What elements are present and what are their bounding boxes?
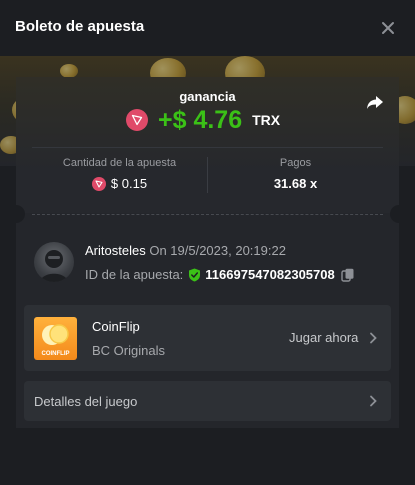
payout-stat: Pagos 31.68 x [208,157,383,191]
username-line: Aritosteles On 19/5/2023, 20:19:22 [85,243,286,258]
ticket-notch-left [7,205,25,223]
close-icon[interactable] [378,18,398,38]
shield-check-icon [189,268,201,281]
game-thumbnail-label: COINFLIP [41,351,70,357]
payout-label: Pagos [279,157,312,169]
bet-amount-value: $ 0.15 [110,176,148,191]
ticket-dashed-divider [32,214,383,215]
bet-id: 116697547082305708 [205,267,335,282]
game-thumbnail: COINFLIP [34,317,77,360]
game-details-label: Detalles del juego [34,394,138,409]
trx-icon [126,109,148,131]
chevron-right-icon [370,332,377,344]
payout-value-row: 31.68 x [208,176,383,191]
modal-title: Boleto de apuesta [15,18,145,35]
user-info: Aritosteles On 19/5/2023, 20:19:22 ID de… [34,242,384,290]
chevron-right-icon [370,395,377,407]
share-icon[interactable] [365,92,385,112]
game-card[interactable]: COINFLIP CoinFlip BC Originals Jugar aho… [24,305,391,371]
bet-id-label: ID de la apuesta: [85,267,184,282]
avatar[interactable] [34,242,74,282]
bet-id-row: ID de la apuesta: 116697547082305708 [85,267,355,282]
win-row: +$ 4.76 TRX [126,104,280,136]
bet-amount-label: Cantidad de la apuesta [62,157,177,169]
game-provider: BC Originals [92,343,165,358]
copy-icon[interactable] [341,268,355,282]
win-amount: +$ 4.76 [158,105,243,134]
bet-amount-stat: Cantidad de la apuesta $ 0.15 [32,157,207,191]
ticket-notch-right [390,205,408,223]
bet-amount-value-row: $ 0.15 [32,176,207,191]
modal-header: Boleto de apuesta [0,0,415,56]
win-currency: TRX [252,112,281,128]
stats-divider-top [32,147,383,148]
game-details-row[interactable]: Detalles del juego [24,381,391,421]
bet-ticket: ganancia +$ 4.76 TRX Cantidad de la apue… [7,77,408,428]
win-label: ganancia [179,89,236,104]
payout-value: 31.68 x [273,176,318,191]
play-now-link[interactable]: Jugar ahora [289,330,358,345]
trx-icon [91,176,106,191]
username[interactable]: Aritosteles [85,243,146,258]
game-name: CoinFlip [92,319,140,334]
bet-date: On 19/5/2023, 20:19:22 [149,243,286,258]
